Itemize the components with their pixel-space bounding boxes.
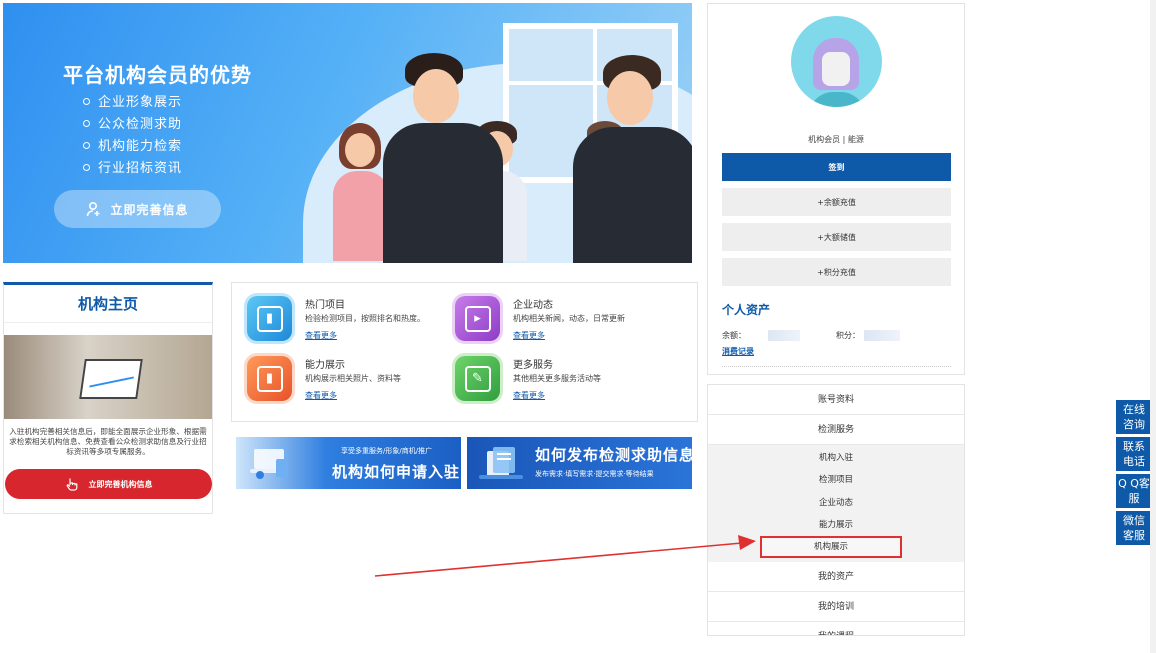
page-scrollbar[interactable]: [1150, 0, 1156, 653]
member-type: 机构会员 | 能源: [808, 135, 864, 144]
inspection-submenu: 机构入驻 检测项目 企业动态 能力展示 机构展示: [708, 445, 964, 563]
service-desc: 机构相关新闻，动态，日常更新: [513, 314, 625, 323]
hero-point: 公众检测求助: [83, 114, 182, 136]
hero-banner: 平台机构会员的优势 企业形象展示 公众检测求助 机构能力检索 行业招标资讯 立即…: [3, 3, 692, 263]
service-desc: 检验检测项目，按照排名和热度。: [305, 314, 425, 323]
large-deposit-button[interactable]: +大额储值: [722, 223, 951, 251]
video-icon: ▸: [455, 296, 500, 341]
service-hot-projects: ▮ 热门项目 检验检测项目，按照排名和热度。 查看更多: [247, 296, 457, 352]
complete-org-info-button-label: 立即完善机构信息: [88, 479, 153, 489]
menu-my-training[interactable]: 我的培训: [708, 592, 964, 623]
page: 平台机构会员的优势 企业形象展示 公众检测求助 机构能力检索 行业招标资讯 立即…: [0, 0, 1156, 653]
assets-title: 个人资产: [722, 303, 771, 317]
submenu-org-join[interactable]: 机构入驻: [708, 447, 964, 469]
bullet-icon: [83, 142, 90, 149]
service-capability: ▮ 能力展示 机构展示相关照片、资料等 查看更多: [247, 356, 457, 412]
promo-title: 机构如何申请入驻: [332, 463, 461, 481]
promo-how-to-post[interactable]: 如何发布检测求助信息 发布需求·填写需求·提交需求·等待结果: [467, 437, 692, 489]
consumption-records-link[interactable]: 消费记录: [722, 346, 754, 357]
complete-info-button[interactable]: 立即完善信息: [54, 190, 221, 228]
points-recharge-button[interactable]: +积分充值: [722, 258, 951, 286]
hero-point-text: 行业招标资讯: [98, 161, 183, 176]
qq-service-button[interactable]: Q Q客服: [1116, 474, 1152, 508]
menu-my-courses[interactable]: 我的课程: [708, 622, 964, 635]
balance-value-redacted: [768, 330, 800, 341]
hero-point-text: 企业形象展示: [98, 95, 183, 110]
hero-point: 机构能力检索: [83, 136, 182, 158]
bullet-icon: [83, 164, 90, 171]
complete-org-info-button[interactable]: 立即完善机构信息: [5, 469, 212, 499]
service-title: 更多服务: [513, 360, 553, 371]
org-card-description: 入驻机构完善相关信息后，即能全面展示企业形象、根据需求检索相关机构信息、免费查看…: [9, 427, 207, 456]
service-desc: 机构展示相关照片、资料等: [305, 374, 401, 383]
services-panel: ▮ 热门项目 检验检测项目，按照排名和热度。 查看更多 ▸ 企业动态 机构相关新…: [231, 282, 698, 422]
view-more-link[interactable]: 查看更多: [305, 330, 337, 341]
avatar-face: [822, 52, 850, 86]
hero-point: 行业招标资讯: [83, 158, 182, 180]
edit-icon: ✎: [455, 356, 500, 401]
service-title: 能力展示: [305, 360, 345, 371]
menu-my-assets[interactable]: 我的资产: [708, 562, 964, 593]
hero-point: 企业形象展示: [83, 92, 182, 114]
book-icon: ▮: [247, 356, 292, 401]
promo-subtitle: 享受多重服务/形象/商机/推广: [341, 447, 433, 455]
view-more-link[interactable]: 查看更多: [513, 390, 545, 401]
edit-glyph: ✎: [464, 365, 491, 392]
service-title: 企业动态: [513, 300, 553, 311]
bullet-icon: [83, 98, 90, 105]
book-icon: ▮: [247, 296, 292, 341]
points-value-redacted: [864, 330, 900, 341]
promo-subtitle: 发布需求·填写需求·提交需求·等待结果: [535, 470, 654, 478]
points-label: 积分：: [836, 331, 860, 340]
submenu-org-showcase[interactable]: 机构展示: [760, 536, 902, 559]
submenu-test-items[interactable]: 检测项目: [708, 469, 964, 491]
book-glyph: ▮: [256, 365, 283, 392]
office-photo: [4, 335, 212, 419]
account-menu: 账号资料 检测服务 机构入驻 检测项目 企业动态 能力展示 机构展示 我的资产 …: [707, 384, 965, 636]
bullet-icon: [83, 120, 90, 127]
view-more-link[interactable]: 查看更多: [513, 330, 545, 341]
submenu-company-news[interactable]: 企业动态: [708, 492, 964, 514]
contact-phone-button[interactable]: 联系电话: [1116, 437, 1152, 471]
hero-point-text: 公众检测求助: [98, 117, 183, 132]
promo-how-to-join[interactable]: 享受多重服务/形象/商机/推广 机构如何申请入驻: [236, 437, 461, 489]
hand-pointer-icon: [66, 478, 77, 491]
balance-recharge-button[interactable]: +余额充值: [722, 188, 951, 216]
video-glyph: ▸: [464, 305, 491, 332]
wechat-service-button[interactable]: 微信客服: [1116, 511, 1152, 545]
hero-title: 平台机构会员的优势: [63, 63, 252, 87]
promo-title: 如何发布检测求助信息: [535, 446, 692, 464]
menu-account-info[interactable]: 账号资料: [708, 385, 964, 415]
avatar[interactable]: [791, 16, 882, 107]
points-row: 积分：: [836, 330, 900, 341]
menu-inspection-services[interactable]: 检测服务: [708, 415, 964, 445]
org-homepage-card: 机构主页 入驻机构完善相关信息后，即能全面展示企业形象、根据需求检索相关机构信息…: [3, 282, 213, 514]
sign-in-button[interactable]: 签到: [722, 153, 951, 181]
service-title: 热门项目: [305, 300, 345, 311]
hero-advantages-list: 企业形象展示 公众检测求助 机构能力检索 行业招标资讯: [83, 92, 182, 180]
online-consult-button[interactable]: 在线咨询: [1116, 400, 1152, 434]
view-more-link[interactable]: 查看更多: [305, 390, 337, 401]
book-glyph: ▮: [256, 305, 283, 332]
profile-panel: 机构会员 | 能源 签到 +余额充值 +大额储值 +积分充值 个人资产 余额： …: [707, 3, 965, 375]
balance-row: 余额：: [722, 330, 800, 341]
balance-label: 余额：: [722, 331, 746, 340]
avatar-shoulders: [809, 92, 865, 107]
devices-illustration: [250, 449, 288, 479]
divider: [722, 366, 951, 367]
service-desc: 其他相关更多服务活动等: [513, 374, 601, 383]
complete-info-button-label: 立即完善信息: [110, 202, 189, 217]
service-company-news: ▸ 企业动态 机构相关新闻，动态，日常更新 查看更多: [455, 296, 665, 352]
documents-illustration: [479, 447, 523, 479]
floating-contact-widget: 在线咨询 联系电话 Q Q客服 微信客服: [1116, 400, 1152, 548]
laptop-chart-image: [79, 359, 143, 399]
submenu-capability[interactable]: 能力展示: [708, 514, 964, 536]
user-add-icon: [87, 201, 100, 217]
service-more: ✎ 更多服务 其他相关更多服务活动等 查看更多: [455, 356, 665, 412]
org-card-title: 机构主页: [4, 285, 212, 323]
hero-point-text: 机构能力检索: [98, 139, 183, 154]
